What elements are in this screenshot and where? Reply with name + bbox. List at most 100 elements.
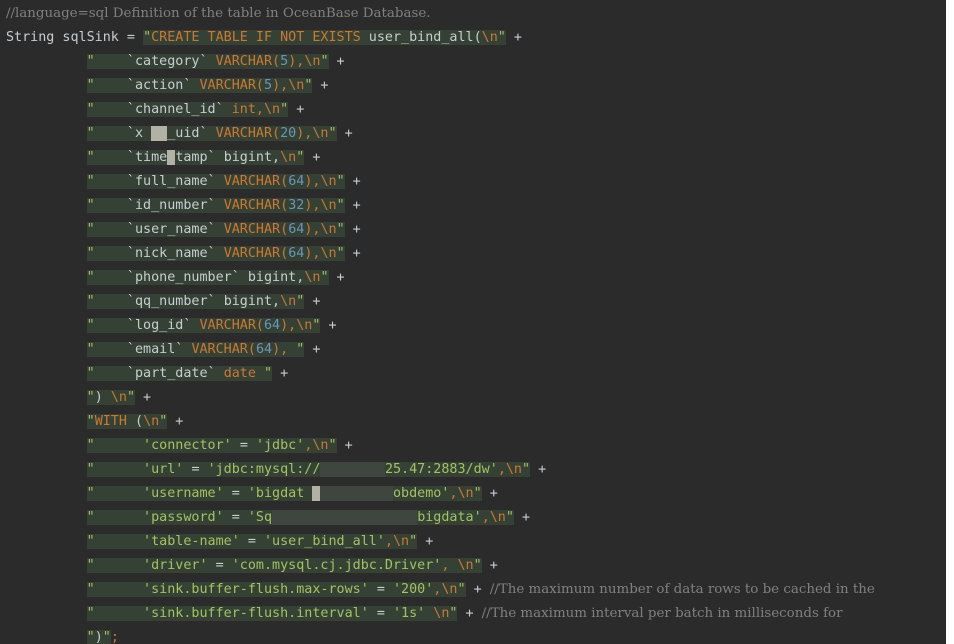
code-token: ), [304, 222, 321, 237]
code-line[interactable]: ") \n" + [0, 386, 946, 410]
code-token: ), [304, 174, 321, 189]
code-token: 64 [288, 174, 305, 189]
code-token: 'user_bind_all' [264, 534, 385, 549]
code-token: " [86, 630, 95, 644]
code-line[interactable]: " `channel_id` int,\n" + [0, 98, 946, 122]
code-comment: //language=sql [6, 6, 113, 21]
code-token: " [86, 582, 95, 597]
code-token: \n [457, 486, 474, 501]
code-token: 'bigdat [247, 486, 313, 501]
code-token: " [86, 534, 95, 549]
code-line[interactable]: " `user_name` VARCHAR(64),\n" + [0, 218, 946, 242]
code-line[interactable]: " 'driver' = 'com.mysql.cj.jdbc.Driver',… [0, 554, 946, 578]
code-line[interactable]: ")"; [0, 626, 946, 644]
code-token: obdemo' [393, 486, 450, 501]
code-token: + [505, 30, 522, 45]
code-token: " [336, 222, 345, 237]
code-line[interactable]: " 'sink.buffer-flush.max-rows' = '200',\… [0, 578, 946, 602]
code-token: \n [433, 606, 450, 621]
code-token: " [86, 366, 95, 381]
code-line[interactable]: " `email` VARCHAR(64), " + [0, 338, 946, 362]
code-token: bigint, [247, 270, 305, 285]
code-token: " [86, 198, 95, 213]
code-line[interactable]: " `nick_name` VARCHAR(64),\n" + [0, 242, 946, 266]
code-token: " [328, 438, 337, 453]
code-token: _uid` [167, 126, 216, 141]
right-margin [946, 0, 954, 644]
code-token: " [86, 558, 95, 573]
code-token: = [247, 534, 264, 549]
code-line[interactable]: " `id_number` VARCHAR(32),\n" + [0, 194, 946, 218]
code-editor[interactable]: //language=sql Definition of the table i… [0, 0, 946, 644]
code-token: " [86, 414, 95, 429]
code-token: \n [312, 438, 329, 453]
code-token: " [86, 54, 95, 69]
code-line[interactable]: " `category` VARCHAR(5),\n" + [0, 50, 946, 74]
code-token: `time [94, 150, 168, 165]
code-token: VARCHAR( [223, 222, 289, 237]
code-line[interactable]: //language=sql Definition of the table i… [0, 2, 946, 26]
code-token: + [304, 294, 321, 309]
code-token: + [417, 534, 434, 549]
code-token: " [505, 510, 514, 525]
code-token: 'sink.buffer-flush.interval' [94, 606, 377, 621]
code-token: " [336, 198, 345, 213]
code-token: 'jdbc:mysql:// [207, 462, 321, 477]
code-line[interactable]: " `log_id` VARCHAR(64),\n" + [0, 314, 946, 338]
code-token: + [328, 270, 345, 285]
code-line[interactable]: String sqlSink = "CREATE TABLE IF NOT EX… [0, 26, 946, 50]
code-token: " [522, 462, 531, 477]
code-token: + [481, 486, 498, 501]
code-token: + [304, 342, 321, 357]
code-line[interactable]: " `phone_number` bigint,\n" + [0, 266, 946, 290]
code-token: " [86, 78, 95, 93]
code-token: " [86, 462, 95, 477]
code-line[interactable]: " 'password' = 'Sq bigdata',\n" + [0, 506, 946, 530]
code-token: + [135, 390, 152, 405]
code-line[interactable]: " 'username' = 'bigdat obdemo',\n" + [0, 482, 946, 506]
code-token: + [344, 222, 361, 237]
code-line[interactable]: " 'connector' = 'jdbc',\n" + [0, 434, 946, 458]
redacted-text [151, 126, 168, 141]
code-token: `full_name` [94, 174, 224, 189]
code-line[interactable]: " 'table-name' = 'user_bind_all',\n" + [0, 530, 946, 554]
code-line[interactable]: " `part_date` date " + [0, 362, 946, 386]
code-token: \n [280, 150, 297, 165]
code-token: VARCHAR( [215, 126, 281, 141]
code-token: \n [304, 54, 321, 69]
code-token: " [86, 126, 95, 141]
code-token: VARCHAR( [199, 78, 264, 93]
code-token: = [376, 582, 393, 597]
code-token: + [167, 414, 184, 429]
code-token: 'url' [94, 462, 192, 477]
code-token: int, [231, 102, 264, 117]
code-line[interactable]: " `time tamp` bigint,\n" + [0, 146, 946, 170]
code-token: " [336, 174, 345, 189]
code-token: ) [94, 390, 111, 405]
code-token: \n [481, 30, 498, 45]
code-token: `action` [94, 78, 200, 93]
code-token: `id_number` [94, 198, 224, 213]
code-token: + [304, 150, 321, 165]
code-token: , [441, 558, 458, 573]
code-token: \n [320, 246, 337, 261]
code-line[interactable]: "WITH (\n" + [0, 410, 946, 434]
code-token: \n [457, 558, 474, 573]
code-line[interactable]: " `full_name` VARCHAR(64),\n" + [0, 170, 946, 194]
code-token: + [320, 318, 337, 333]
code-line[interactable]: " `x _uid` VARCHAR(20),\n" + [0, 122, 946, 146]
code-token: , [384, 534, 393, 549]
code-comment: //The maximum number of data rows to be … [489, 582, 875, 597]
code-line[interactable]: " `action` VARCHAR(5),\n" + [0, 74, 946, 98]
code-line[interactable]: " `qq_number` bigint,\n" + [0, 290, 946, 314]
code-token: `category` [94, 54, 216, 69]
code-line[interactable]: " 'sink.buffer-flush.interval' = '1s' \n… [0, 602, 946, 626]
code-line[interactable]: " 'url' = 'jdbc:mysql:// 25.47:2883/dw',… [0, 458, 946, 482]
code-token: + [288, 102, 305, 117]
